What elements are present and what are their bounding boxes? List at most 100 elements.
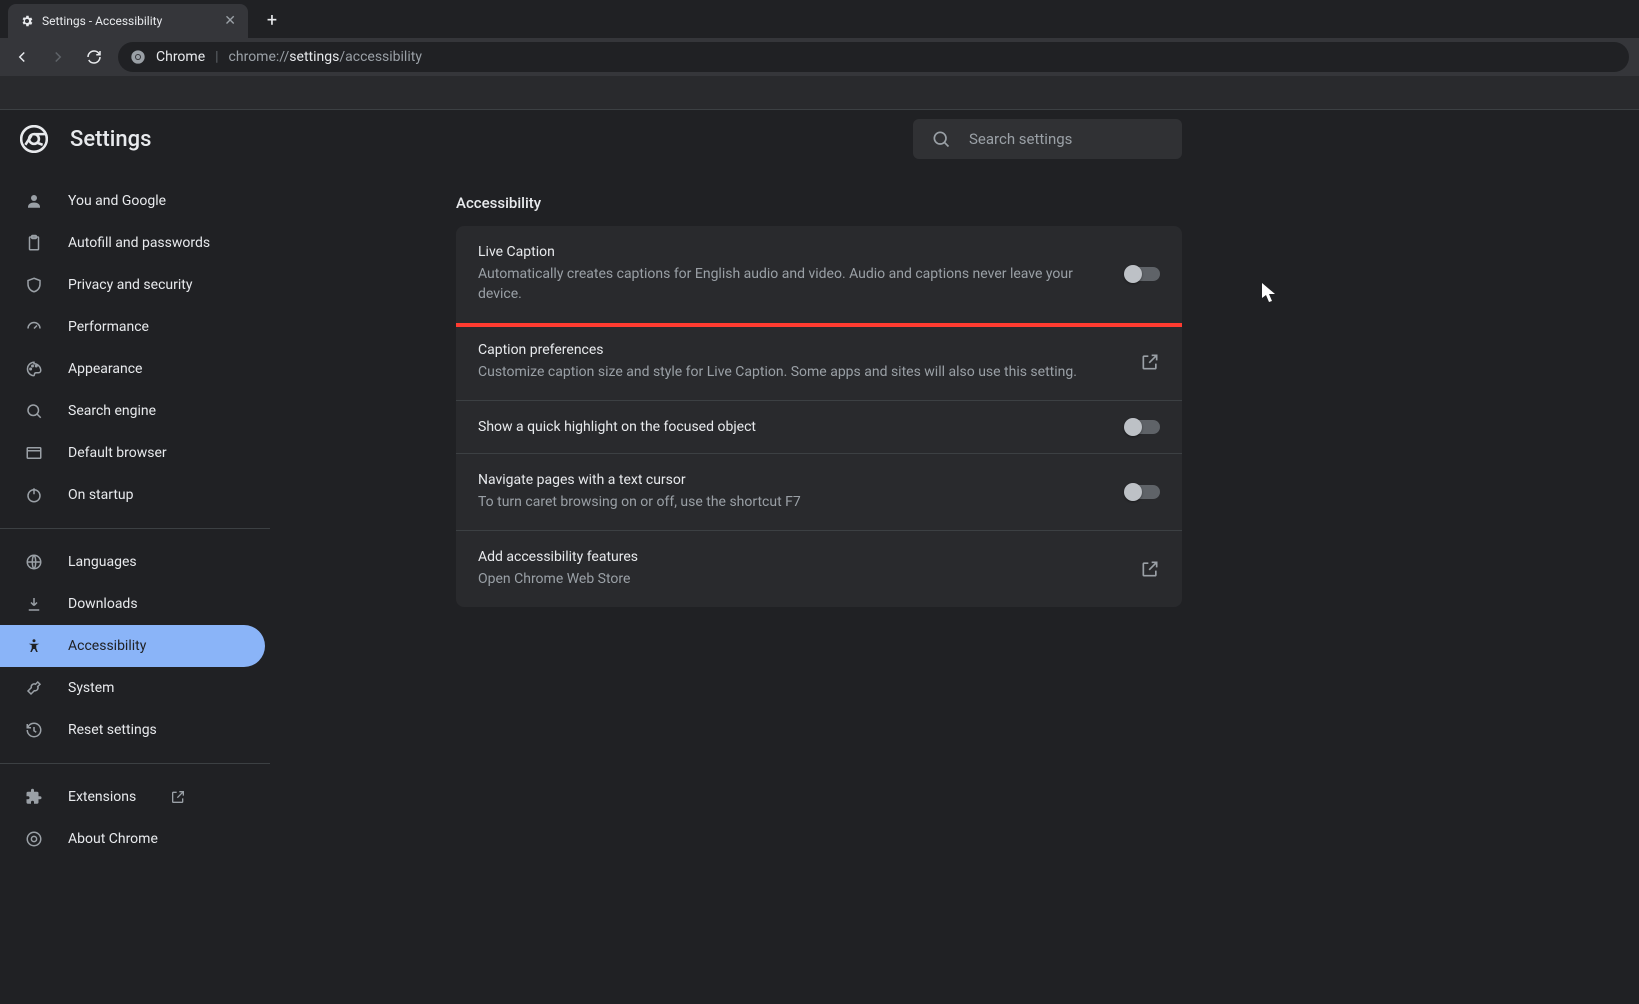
browser-toolbar: Chrome | chrome://settings/accessibility xyxy=(0,38,1639,76)
chrome-logo-icon xyxy=(20,125,48,153)
sidebar-item-performance[interactable]: Performance xyxy=(0,306,270,348)
search-settings-input[interactable]: Search settings xyxy=(913,119,1182,159)
row-quick-highlight[interactable]: Show a quick highlight on the focused ob… xyxy=(456,401,1182,454)
sidebar-item-accessibility[interactable]: Accessibility xyxy=(0,625,265,667)
settings-body: You and Google Autofill and passwords Pr… xyxy=(0,168,1639,1004)
sidebar-item-label: You and Google xyxy=(68,193,166,209)
row-text: Add accessibility features Open Chrome W… xyxy=(478,549,1124,589)
sidebar-item-label: Reset settings xyxy=(68,722,157,738)
row-subtitle: To turn caret browsing on or off, use th… xyxy=(478,492,1110,512)
sidebar-item-label: Extensions xyxy=(68,789,136,805)
download-icon xyxy=(24,594,44,614)
sidebar-item-about-chrome[interactable]: About Chrome xyxy=(0,818,270,860)
row-add-accessibility-features[interactable]: Add accessibility features Open Chrome W… xyxy=(456,531,1182,607)
caret-browsing-toggle[interactable] xyxy=(1126,485,1160,499)
sidebar-item-default-browser[interactable]: Default browser xyxy=(0,432,270,474)
row-caret-browsing[interactable]: Navigate pages with a text cursor To tur… xyxy=(456,454,1182,531)
forward-button[interactable] xyxy=(46,45,70,69)
person-icon xyxy=(24,191,44,211)
panel-title: Accessibility xyxy=(456,188,1182,226)
row-title: Caption preferences xyxy=(478,342,1124,358)
sidebar-item-autofill[interactable]: Autofill and passwords xyxy=(0,222,270,264)
row-subtitle: Open Chrome Web Store xyxy=(478,569,1124,589)
sidebar-item-search-engine[interactable]: Search engine xyxy=(0,390,270,432)
new-tab-button[interactable]: + xyxy=(258,6,286,34)
row-text: Live Caption Automatically creates capti… xyxy=(478,244,1110,305)
live-caption-toggle[interactable] xyxy=(1126,267,1160,281)
accessibility-icon xyxy=(24,636,44,656)
speedometer-icon xyxy=(24,317,44,337)
gear-icon xyxy=(20,14,34,28)
sidebar-item-label: On startup xyxy=(68,487,134,503)
launch-icon[interactable] xyxy=(1140,559,1160,579)
restore-icon xyxy=(24,720,44,740)
extension-icon xyxy=(24,787,44,807)
row-title: Show a quick highlight on the focused ob… xyxy=(478,419,1110,435)
sidebar-item-label: System xyxy=(68,680,114,696)
row-title: Add accessibility features xyxy=(478,549,1124,565)
wrench-icon xyxy=(24,678,44,698)
browser-window-icon xyxy=(24,443,44,463)
settings-app: Settings Search settings You and Google … xyxy=(0,110,1639,1004)
row-text: Caption preferences Customize caption si… xyxy=(478,342,1124,382)
row-action xyxy=(1126,420,1160,434)
row-text: Show a quick highlight on the focused ob… xyxy=(478,419,1110,435)
search-placeholder: Search settings xyxy=(969,130,1072,148)
chrome-icon xyxy=(24,829,44,849)
sidebar-item-reset[interactable]: Reset settings xyxy=(0,709,270,751)
sidebar-item-privacy[interactable]: Privacy and security xyxy=(0,264,270,306)
quick-highlight-toggle[interactable] xyxy=(1126,420,1160,434)
sidebar-item-extensions[interactable]: Extensions xyxy=(0,776,270,818)
reload-button[interactable] xyxy=(82,45,106,69)
row-action xyxy=(1126,267,1160,281)
header-search-wrap: Search settings xyxy=(913,119,1639,159)
omnibox-url: chrome://settings/accessibility xyxy=(229,49,422,65)
tab-strip: Settings - Accessibility ✕ + xyxy=(0,0,1639,38)
row-action xyxy=(1126,485,1160,499)
sidebar-item-label: Performance xyxy=(68,319,149,335)
clipboard-icon xyxy=(24,233,44,253)
sidebar-item-system[interactable]: System xyxy=(0,667,270,709)
row-caption-preferences[interactable]: Caption preferences Customize caption si… xyxy=(456,324,1182,401)
launch-icon xyxy=(170,789,186,805)
row-text: Navigate pages with a text cursor To tur… xyxy=(478,472,1110,512)
sidebar-item-appearance[interactable]: Appearance xyxy=(0,348,270,390)
row-subtitle: Automatically creates captions for Engli… xyxy=(478,264,1110,305)
chrome-icon xyxy=(130,49,146,65)
back-button[interactable] xyxy=(10,45,34,69)
sidebar-item-label: Languages xyxy=(68,554,137,570)
sidebar-item-you-and-google[interactable]: You and Google xyxy=(0,180,270,222)
settings-header: Settings Search settings xyxy=(0,110,1639,168)
shield-icon xyxy=(24,275,44,295)
sidebar-item-label: About Chrome xyxy=(68,831,158,847)
palette-icon xyxy=(24,359,44,379)
launch-icon[interactable] xyxy=(1140,352,1160,372)
search-icon xyxy=(931,129,951,149)
sidebar-item-on-startup[interactable]: On startup xyxy=(0,474,270,516)
sidebar-item-label: Search engine xyxy=(68,403,156,419)
row-title: Live Caption xyxy=(478,244,1110,260)
sidebar-item-languages[interactable]: Languages xyxy=(0,541,270,583)
page-title: Settings xyxy=(70,127,151,152)
toolbar-divider xyxy=(0,76,1639,110)
close-tab-icon[interactable]: ✕ xyxy=(224,13,236,29)
accessibility-card: Live Caption Automatically creates capti… xyxy=(456,226,1182,607)
sidebar-item-label: Appearance xyxy=(68,361,142,377)
omnibox[interactable]: Chrome | chrome://settings/accessibility xyxy=(118,42,1629,72)
settings-panel: Accessibility Live Caption Automatically… xyxy=(456,188,1182,1004)
omnibox-separator: | xyxy=(215,49,218,65)
sidebar-item-downloads[interactable]: Downloads xyxy=(0,583,270,625)
sidebar-item-label: Downloads xyxy=(68,596,138,612)
settings-sidebar: You and Google Autofill and passwords Pr… xyxy=(0,168,270,1004)
omnibox-context: Chrome xyxy=(156,49,205,65)
globe-icon xyxy=(24,552,44,572)
browser-tab-active[interactable]: Settings - Accessibility ✕ xyxy=(8,4,248,38)
settings-main: Accessibility Live Caption Automatically… xyxy=(270,168,1639,1004)
sidebar-item-label: Accessibility xyxy=(68,638,146,654)
sidebar-item-label: Privacy and security xyxy=(68,277,192,293)
sidebar-divider xyxy=(0,763,270,764)
tab-title: Settings - Accessibility xyxy=(42,14,162,28)
sidebar-divider xyxy=(0,528,270,529)
search-icon xyxy=(24,401,44,421)
row-live-caption[interactable]: Live Caption Automatically creates capti… xyxy=(456,226,1182,324)
